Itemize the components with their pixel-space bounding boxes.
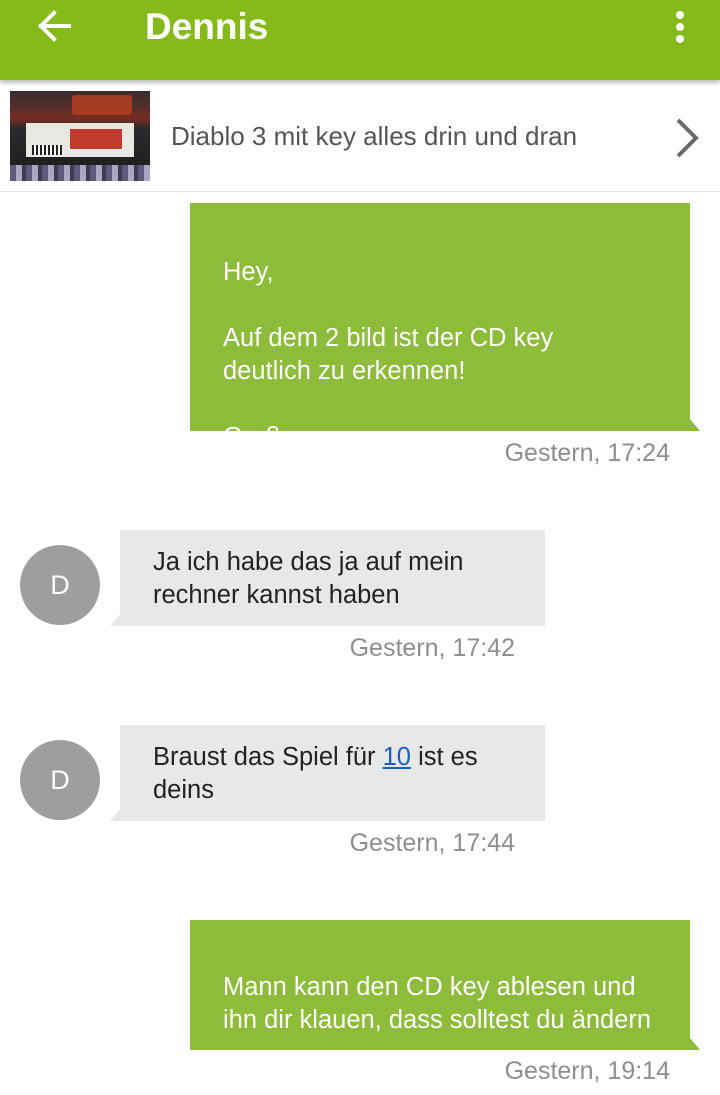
- message-timestamp: Gestern, 17:42: [349, 634, 515, 662]
- app-bar: Dennis: [0, 0, 720, 80]
- more-vert-icon-dot: [676, 35, 684, 43]
- back-button[interactable]: [22, 2, 86, 56]
- message-text: Hey, Auf dem 2 bild ist der CD key deutl…: [223, 258, 554, 451]
- conversation-title: Dennis: [145, 6, 269, 47]
- listing-header[interactable]: Diablo 3 mit key alles drin und dran: [0, 84, 720, 192]
- bubble-tail: [110, 614, 120, 626]
- more-vert-icon: [676, 11, 684, 19]
- message-text: Mann kann den CD key ablesen und ihn dir…: [223, 973, 652, 1034]
- listing-title: Diablo 3 mit key alles drin und dran: [171, 121, 578, 151]
- arrow-left-icon: [38, 10, 71, 42]
- more-options-button[interactable]: [662, 2, 698, 52]
- thumbnail-sticker: [70, 129, 122, 149]
- avatar[interactable]: D: [20, 740, 100, 820]
- bubble-tail: [690, 419, 700, 431]
- message-text: Ja ich habe das ja auf mein rechner kann…: [153, 548, 464, 609]
- avatar[interactable]: D: [20, 545, 100, 625]
- message-bubble-incoming[interactable]: Ja ich habe das ja auf mein rechner kann…: [110, 530, 545, 626]
- message-text-part: Braust das Spiel für: [153, 743, 383, 771]
- message-timestamp: Gestern, 17:24: [504, 439, 670, 467]
- more-vert-icon-dot: [676, 23, 684, 31]
- price-link[interactable]: 10: [383, 743, 411, 771]
- thumbnail-background: [10, 165, 150, 181]
- thumbnail-art: [72, 95, 132, 115]
- bubble-tail: [690, 1038, 700, 1050]
- message-bubble-outgoing[interactable]: Mann kann den CD key ablesen und ihn dir…: [190, 920, 700, 1050]
- message-bubble-outgoing[interactable]: Hey, Auf dem 2 bild ist der CD key deutl…: [190, 203, 700, 451]
- chevron-right-icon: [676, 118, 699, 158]
- bubble-tail: [110, 809, 120, 821]
- thumbnail-barcode: [32, 145, 62, 155]
- listing-thumbnail: [10, 91, 150, 181]
- message-timestamp: Gestern, 19:14: [504, 1057, 670, 1085]
- message-timestamp: Gestern, 17:44: [349, 829, 515, 857]
- message-bubble-incoming[interactable]: Braust das Spiel für 10 ist es deins: [110, 725, 545, 821]
